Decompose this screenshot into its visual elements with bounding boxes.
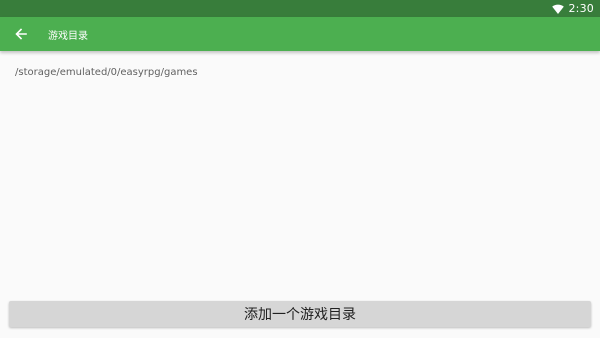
screen: 2:30 游戏目录 /storage/emulated/0/easyrpg/ga… xyxy=(0,0,600,338)
directory-list: /storage/emulated/0/easyrpg/games xyxy=(0,51,600,299)
directory-path-item[interactable]: /storage/emulated/0/easyrpg/games xyxy=(15,67,198,78)
back-button[interactable] xyxy=(10,23,32,45)
status-bar: 2:30 xyxy=(0,0,600,17)
app-bar: 游戏目录 xyxy=(0,17,600,51)
status-time: 2:30 xyxy=(568,2,594,15)
bottom-action-area: 添加一个游戏目录 xyxy=(0,299,600,338)
arrow-back-icon xyxy=(15,28,27,40)
page-title: 游戏目录 xyxy=(48,30,88,42)
wifi-icon xyxy=(552,4,565,14)
add-game-directory-button[interactable]: 添加一个游戏目录 xyxy=(9,301,591,327)
